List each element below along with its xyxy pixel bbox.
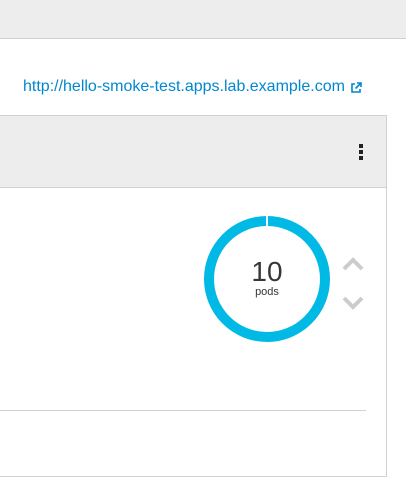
pods-count: 10 (251, 256, 283, 287)
chevron-up-icon (342, 257, 364, 271)
scale-down-button[interactable] (340, 292, 366, 314)
chevron-down-icon (342, 296, 364, 310)
top-toolbar-strip (0, 0, 406, 39)
external-link-icon (350, 81, 362, 93)
deployment-panel-heading (0, 116, 386, 188)
route-url[interactable]: http://hello-smoke-test.apps.lab.example… (23, 78, 345, 96)
section-divider (0, 410, 366, 411)
pods-unit-label: pods (255, 286, 279, 298)
pods-donut-chart: 10 pods (202, 214, 332, 344)
kebab-menu-icon[interactable] (355, 140, 367, 164)
scale-up-button[interactable] (340, 253, 366, 275)
route-link[interactable]: http://hello-smoke-test.apps.lab.example… (23, 78, 362, 96)
